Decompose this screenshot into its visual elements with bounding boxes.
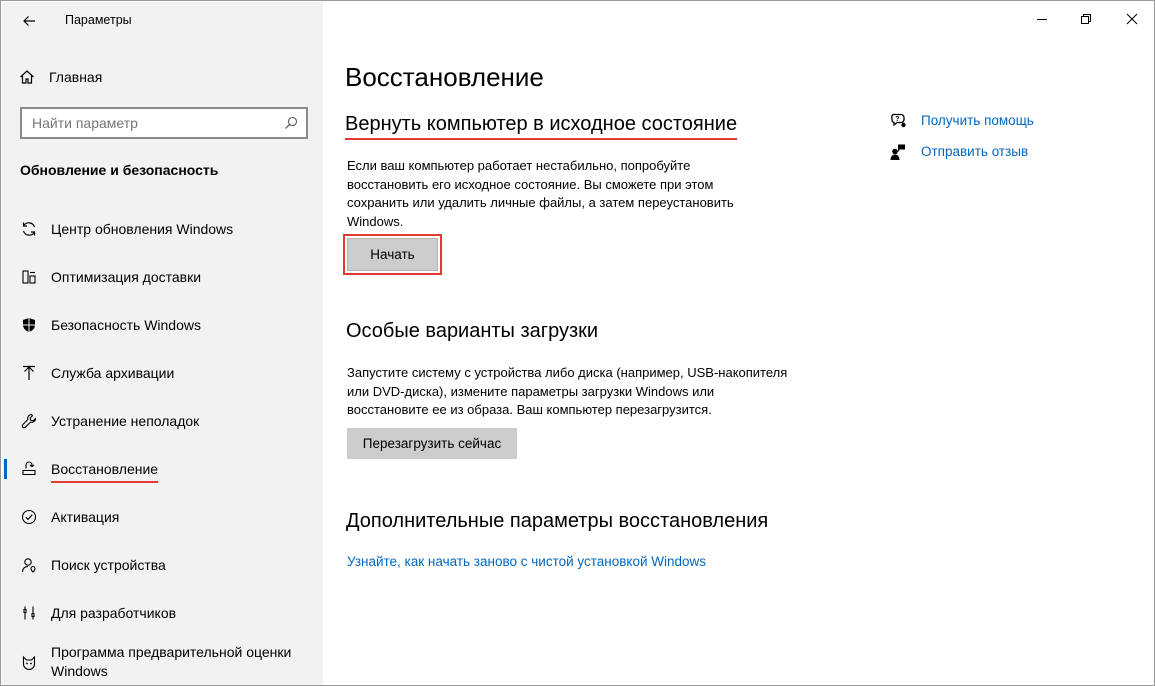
- get-help-link[interactable]: ? Получить помощь: [889, 105, 1034, 136]
- recovery-icon: [19, 459, 39, 479]
- sidebar-item-label: Восстановление: [51, 460, 159, 483]
- sidebar-item-developers[interactable]: Для разработчиков: [2, 589, 323, 637]
- sidebar-item-insider[interactable]: Программа предварительной оценки Windows: [2, 637, 323, 685]
- feedback-link[interactable]: Отправить отзыв: [889, 136, 1034, 167]
- sidebar-item-windows-update[interactable]: Центр обновления Windows: [2, 205, 323, 253]
- help-panel: ? Получить помощь Отправить отзыв: [889, 105, 1034, 167]
- sidebar-item-label: Оптимизация доставки: [51, 268, 202, 285]
- sidebar-item-backup[interactable]: Служба архивации: [2, 349, 323, 397]
- backup-arrow-icon: [19, 363, 39, 383]
- sync-icon: [19, 219, 39, 239]
- person-location-icon: [19, 555, 39, 575]
- help-chat-icon: ?: [891, 113, 906, 127]
- more-options-heading: Дополнительные параметры восстановления: [346, 510, 769, 532]
- back-arrow-icon: [23, 16, 35, 26]
- search-box[interactable]: [20, 107, 308, 139]
- sidebar-item-find-device[interactable]: Поиск устройства: [2, 541, 323, 589]
- sidebar-item-label: Поиск устройства: [51, 556, 166, 573]
- sidebar-item-label: Центр обновления Windows: [51, 220, 234, 237]
- search-icon[interactable]: [284, 116, 298, 130]
- get-help-label: Получить помощь: [921, 113, 1034, 128]
- back-button[interactable]: [16, 8, 42, 34]
- sidebar-item-recovery[interactable]: Восстановление: [2, 445, 323, 493]
- sidebar-item-label: Устранение неполадок: [51, 412, 200, 429]
- start-reset-button[interactable]: Начать: [347, 238, 438, 271]
- sidebar-item-activation[interactable]: Активация: [2, 493, 323, 541]
- feedback-label: Отправить отзыв: [921, 144, 1029, 159]
- developer-tools-icon: [19, 603, 39, 623]
- check-circle-icon: [19, 507, 39, 527]
- feedback-person-icon: [890, 144, 905, 160]
- reset-heading: Вернуть компьютер в исходное состояние: [345, 113, 738, 140]
- delivery-optimization-icon: [19, 267, 39, 287]
- section-title: Обновление и безопасность: [20, 162, 219, 178]
- reset-button-highlight: Начать: [343, 234, 442, 275]
- advanced-startup-heading: Особые варианты загрузки: [346, 320, 599, 342]
- sidebar-item-home[interactable]: Главная: [19, 65, 102, 89]
- main-content: Восстановление Вернуть компьютер в исход…: [323, 2, 1154, 685]
- sidebar-item-troubleshoot[interactable]: Устранение неполадок: [2, 397, 323, 445]
- wrench-icon: [19, 411, 39, 431]
- cat-icon: [19, 653, 39, 673]
- sidebar-item-label: Для разработчиков: [51, 604, 177, 621]
- restart-now-button[interactable]: Перезагрузить сейчас: [347, 428, 517, 459]
- sidebar-nav: Центр обновления Windows Оптимизация дос…: [2, 205, 323, 685]
- app-title: Параметры: [65, 13, 132, 27]
- shield-icon: [19, 315, 39, 335]
- sidebar-item-label: Активация: [51, 508, 120, 525]
- svg-text:?: ?: [895, 116, 899, 123]
- reset-description: Если ваш компьютер работает нестабильно,…: [347, 158, 734, 229]
- sidebar-item-label: Безопасность Windows: [51, 316, 201, 333]
- sidebar-item-delivery-optimization[interactable]: Оптимизация доставки: [2, 253, 323, 301]
- advanced-startup-description: Запустите систему с устройства либо диск…: [347, 365, 788, 417]
- home-label: Главная: [49, 69, 103, 85]
- sidebar-item-label: Программа предварительной оценки Windows: [51, 644, 292, 679]
- clean-install-link[interactable]: Узнайте, как начать заново с чистой уста…: [347, 554, 706, 569]
- search-input[interactable]: [22, 115, 272, 131]
- home-icon: [20, 70, 34, 84]
- settings-window: Параметры Главная Обновление и безопасно…: [0, 0, 1155, 686]
- sidebar-item-windows-security[interactable]: Безопасность Windows: [2, 301, 323, 349]
- page-title: Восстановление: [345, 62, 544, 92]
- sidebar: Параметры Главная Обновление и безопасно…: [2, 2, 323, 685]
- sidebar-item-label: Служба архивации: [51, 364, 175, 381]
